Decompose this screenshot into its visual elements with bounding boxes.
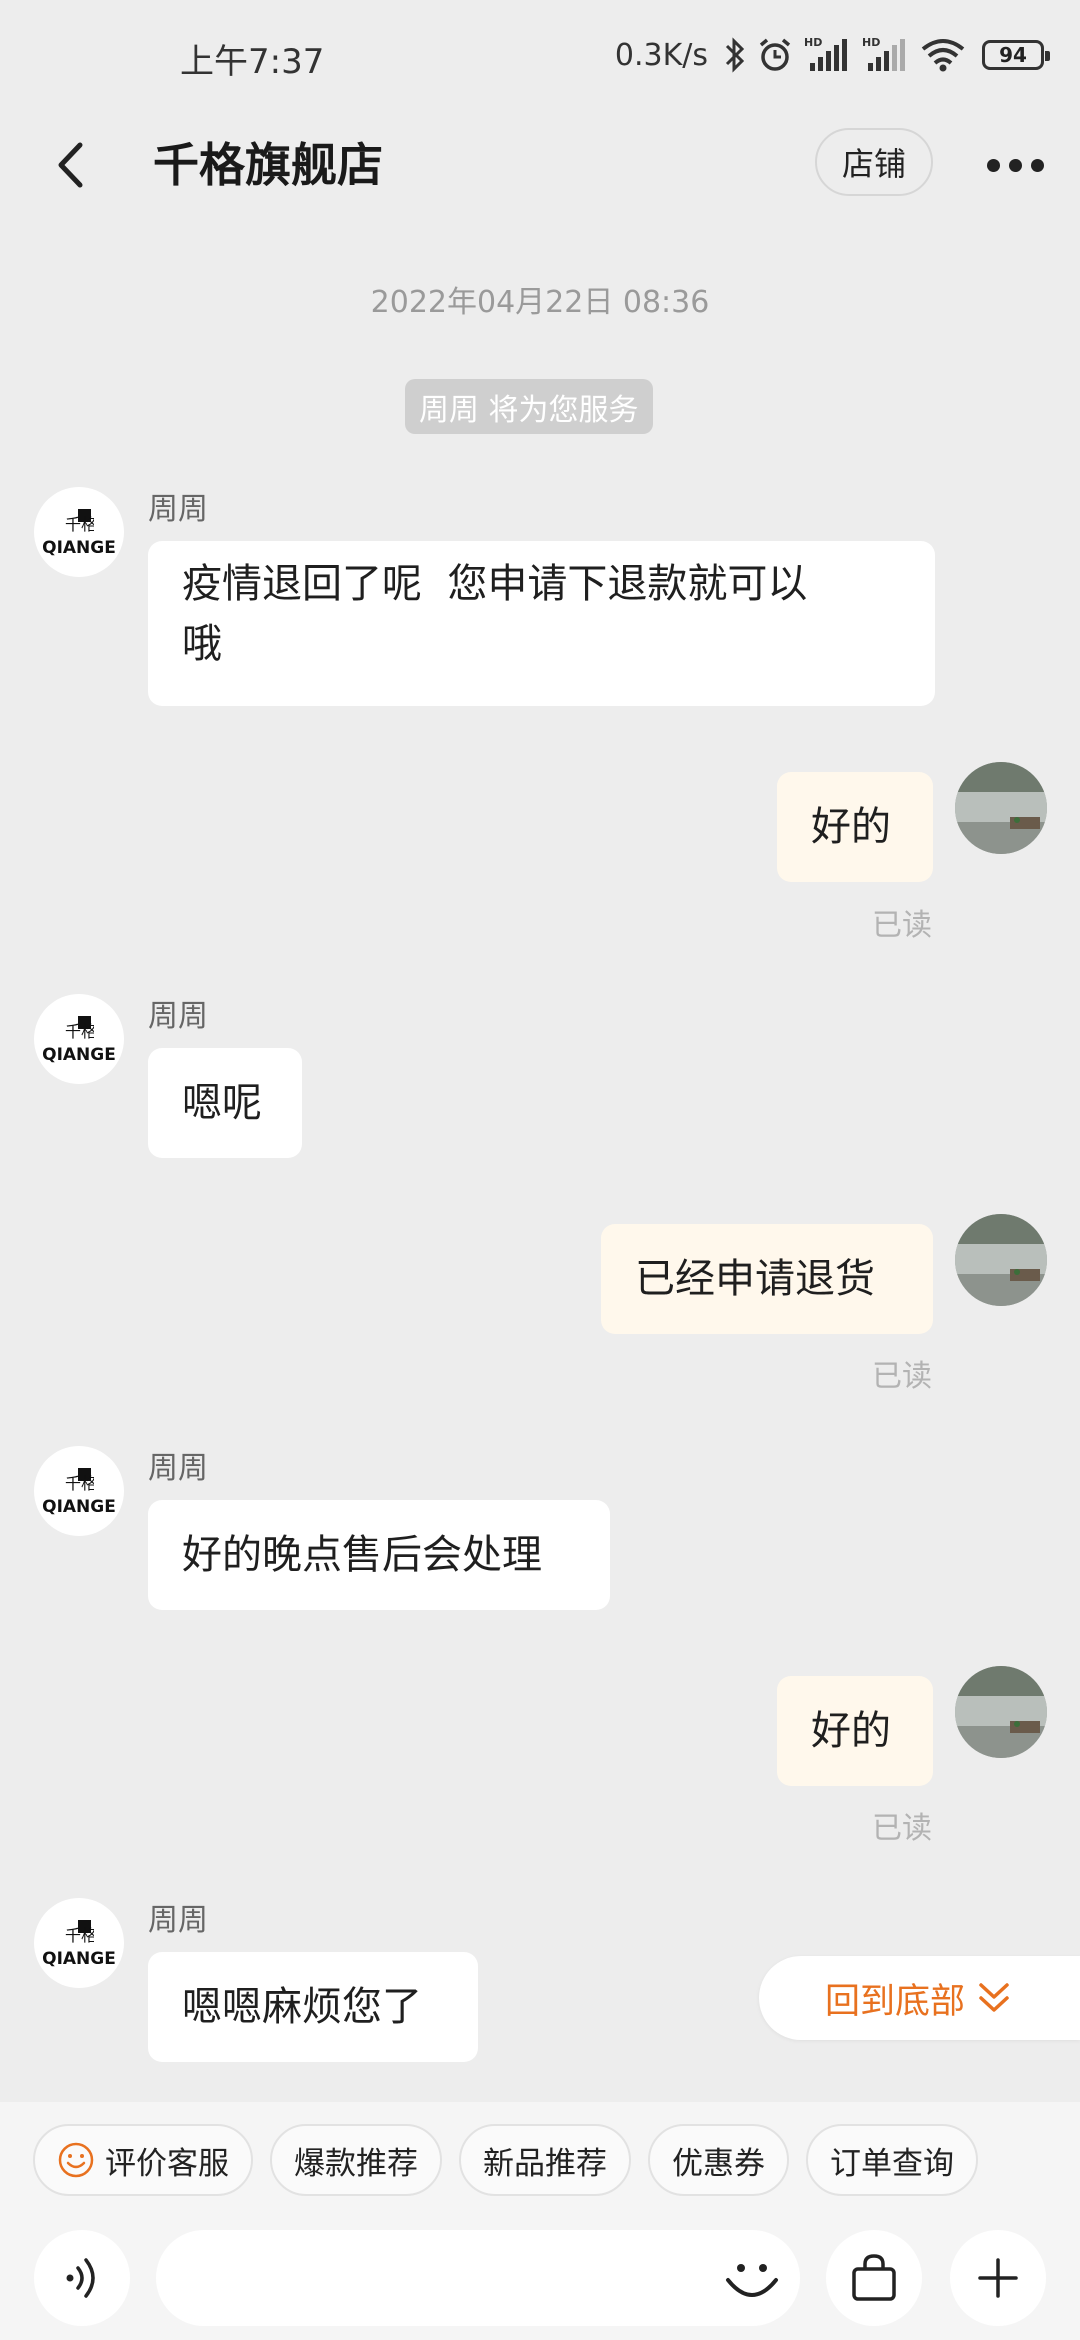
plus-icon [978,2258,1018,2298]
back-button[interactable] [40,131,100,199]
plus-button[interactable] [950,2230,1046,2326]
read-status: 已读 [872,1811,932,1846]
svg-text:千格: 千格 [65,1474,94,1493]
user-avatar[interactable] [955,1214,1047,1306]
voice-button[interactable] [34,2230,130,2326]
user-photo-icon [955,1666,1047,1758]
svg-text:HD: HD [862,36,880,49]
user-photo-icon [955,762,1047,854]
user-avatar[interactable] [955,1666,1047,1758]
back-arrow-icon [58,142,83,188]
signal-hd-icon-2: HD [862,35,910,75]
chat-timestamp: 2022年04月22日 08:36 [370,285,710,320]
more-dot-icon [1030,158,1044,172]
wifi-icon [920,37,966,73]
chip-label: 新品推荐 [483,2145,607,2182]
message-bubble[interactable]: 好的晚点售后会处理 [148,1500,610,1610]
message-bubble[interactable]: 嗯嗯麻烦您了 [148,1952,478,2062]
emoji-icon [726,2264,778,2297]
smile-icon [58,2142,94,2178]
network-speed: 0.3K/s [614,37,708,73]
new-arrivals-chip[interactable]: 新品推荐 [459,2124,631,2196]
store-avatar[interactable]: 千格 QIANGE [34,487,124,577]
status-time: 上午7:37 [180,42,325,82]
store-button[interactable]: 店铺 [815,128,933,196]
message-bubble[interactable]: 嗯呢 [148,1048,302,1158]
message-text: 疫情退回了呢 您申请下退款就可以 [182,561,808,607]
store-logo-text: QIANGE [42,538,116,558]
back-to-bottom-button[interactable]: 回到底部 [759,1956,1080,2040]
message-bubble[interactable]: 疫情退回了呢 您申请下退款就可以 哦 [148,541,935,706]
read-status: 已读 [872,908,932,943]
shopping-bag-icon [852,2254,896,2301]
message-text: 好的 [811,804,891,850]
svg-text:千格: 千格 [65,515,94,534]
message-bubble[interactable]: 好的 [777,1676,933,1786]
read-status: 已读 [872,1359,932,1394]
chip-label: 爆款推荐 [294,2145,418,2182]
double-chevron-down-icon [979,1983,1009,2012]
sender-name: 周周 [148,1903,208,1938]
alarm-icon [756,36,794,74]
svg-text:千格: 千格 [65,1022,94,1041]
store-logo-icon: 千格 [65,1016,94,1041]
input-bar [0,2218,1080,2340]
sender-name: 周周 [148,999,208,1034]
more-dot-icon [986,158,1000,172]
signal-hd-icon-1: HD [804,35,852,75]
svg-text:千格: 千格 [65,1926,94,1945]
message-text: 嗯嗯麻烦您了 [182,1984,422,2030]
more-dot-icon [1008,158,1022,172]
service-notice: 周周 将为您服务 [405,379,653,434]
order-lookup-chip[interactable]: 订单查询 [806,2124,978,2196]
message-bubble[interactable]: 好的 [777,772,933,882]
shopping-bag-button[interactable] [826,2230,922,2326]
back-to-bottom-label: 回到底部 [825,1981,966,2022]
bluetooth-icon [724,37,746,73]
rate-service-chip[interactable]: 评价客服 [33,2124,253,2196]
emoji-button[interactable] [720,2246,784,2310]
sender-name: 周周 [148,1451,208,1486]
quick-actions-bar: 评价客服 爆款推荐 新品推荐 优惠券 订单查询 [0,2102,1080,2218]
page-title: 千格旗舰店 [153,138,383,192]
user-photo-icon [955,1214,1047,1306]
store-logo-icon: 千格 [65,509,94,534]
store-avatar[interactable]: 千格 QIANGE [34,1898,124,1988]
store-logo-text: QIANGE [42,1497,116,1517]
message-text: 好的 [811,1708,891,1754]
hot-picks-chip[interactable]: 爆款推荐 [270,2124,442,2196]
message-bubble[interactable]: 已经申请退货 [601,1224,933,1334]
message-text: 哦 [182,621,222,667]
svg-text:HD: HD [804,36,822,49]
chip-label: 订单查询 [830,2145,954,2182]
store-avatar[interactable]: 千格 QIANGE [34,994,124,1084]
chat-header: 千格旗舰店 店铺 [0,115,1080,215]
store-logo-icon: 千格 [65,1920,94,1945]
store-logo-text: QIANGE [42,1949,116,1969]
chip-label: 优惠券 [672,2145,765,2182]
status-icons: 0.3K/s HD HD 94 [614,30,1050,80]
store-avatar[interactable]: 千格 QIANGE [34,1446,124,1536]
user-avatar[interactable] [955,762,1047,854]
status-bar: 上午7:37 0.3K/s HD HD 94 [0,0,1080,115]
voice-icon [66,2258,95,2298]
message-text: 好的晚点售后会处理 [182,1532,542,1578]
message-text: 已经申请退货 [635,1256,875,1302]
message-text: 嗯呢 [182,1080,262,1126]
more-options-button[interactable] [980,135,1050,195]
coupons-chip[interactable]: 优惠券 [648,2124,789,2196]
store-logo-icon: 千格 [65,1468,94,1493]
battery-icon: 94 [982,40,1050,70]
store-logo-text: QIANGE [42,1045,116,1065]
message-input[interactable] [156,2230,800,2326]
chip-label: 评价客服 [105,2145,229,2182]
sender-name: 周周 [148,492,208,527]
